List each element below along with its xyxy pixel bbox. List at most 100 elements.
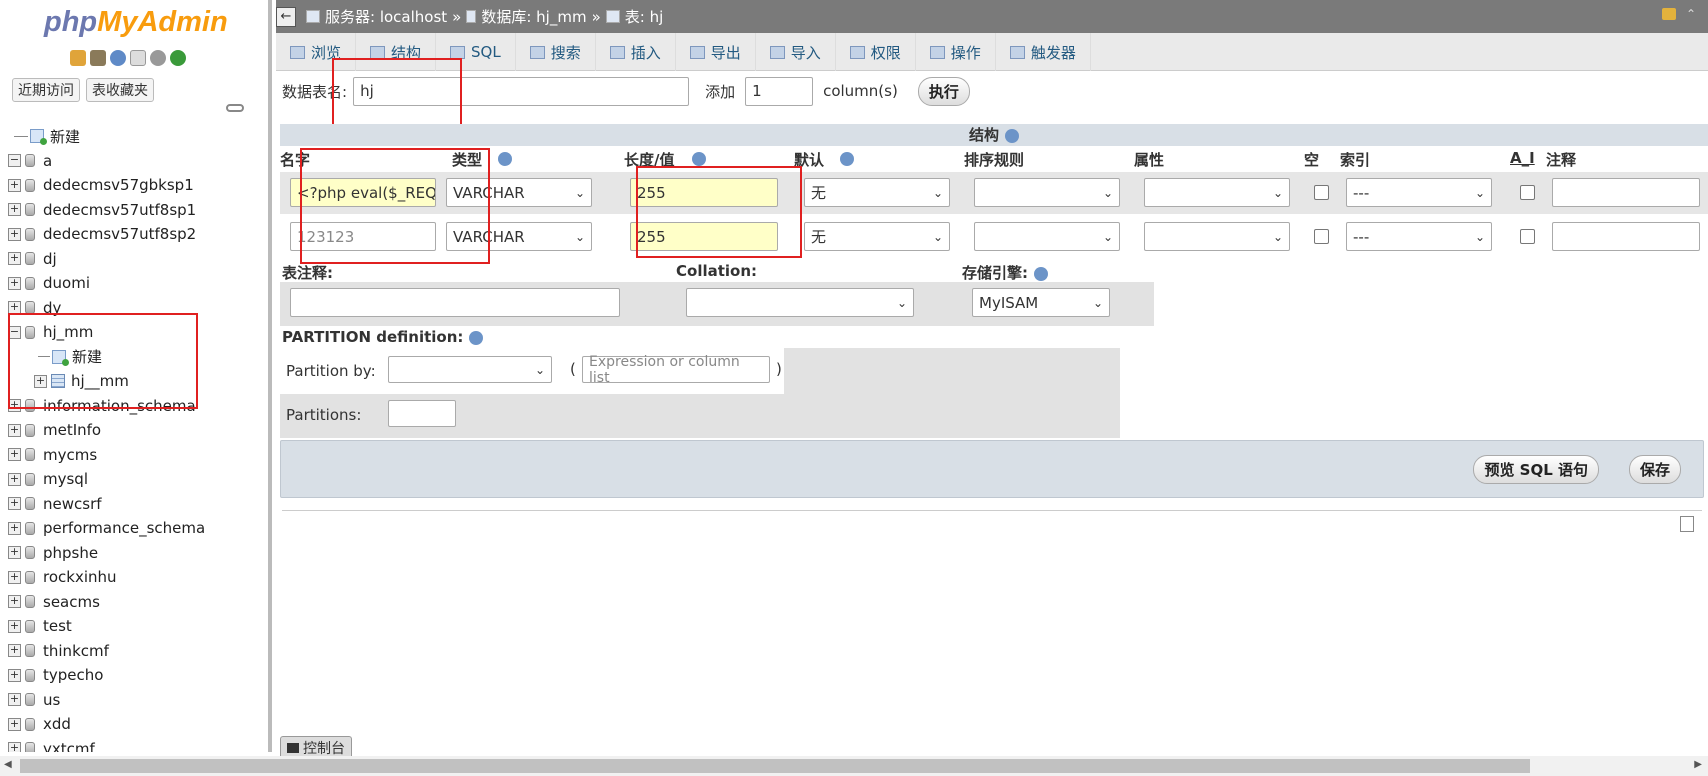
- table-comment-input[interactable]: [290, 288, 620, 317]
- null-checkbox[interactable]: [1314, 229, 1329, 244]
- tree-new-table[interactable]: 新建: [8, 345, 205, 370]
- null-checkbox[interactable]: [1314, 185, 1329, 200]
- field-index-select[interactable]: --- ⌄: [1346, 222, 1492, 251]
- breadcrumb-table[interactable]: 表: hj: [625, 6, 664, 27]
- lock-icon[interactable]: [1662, 8, 1676, 20]
- expand-icon[interactable]: +: [34, 374, 47, 388]
- auto-increment-checkbox[interactable]: [1520, 229, 1535, 244]
- exit-icon[interactable]: [90, 50, 106, 66]
- partition-by-select[interactable]: ⌄: [388, 356, 552, 383]
- field-collation-select[interactable]: ⌄: [974, 222, 1120, 251]
- expand-icon[interactable]: +: [8, 203, 21, 217]
- expand-icon[interactable]: +: [8, 521, 21, 535]
- docs-icon[interactable]: [130, 50, 146, 66]
- phpmyadmin-logo[interactable]: phpMyAdmin: [44, 6, 228, 39]
- tab-search[interactable]: 搜索: [516, 33, 596, 71]
- link-icon[interactable]: [226, 104, 244, 112]
- tree-table-hj-mm[interactable]: + hj__mm: [8, 369, 205, 394]
- settings-icon[interactable]: [150, 50, 166, 66]
- help-icon[interactable]: [840, 152, 854, 166]
- expand-icon[interactable]: +: [8, 570, 21, 584]
- field-length-input[interactable]: 255: [630, 178, 778, 207]
- tree-db[interactable]: + newcsrf: [8, 492, 205, 517]
- tab-privileges[interactable]: 权限: [836, 33, 916, 71]
- expand-icon[interactable]: +: [8, 448, 21, 462]
- help-icon[interactable]: [1005, 128, 1019, 143]
- field-collation-select[interactable]: ⌄: [974, 178, 1120, 207]
- tab-import[interactable]: 导入: [756, 33, 836, 71]
- help-icon[interactable]: [469, 330, 484, 345]
- field-default-select[interactable]: 无 ⌄: [804, 178, 950, 207]
- tree-db-hj-mm[interactable]: − hj_mm: [8, 320, 205, 345]
- tree-db[interactable]: + seacms: [8, 590, 205, 615]
- tree-db[interactable]: + dedecmsv57utf8sp1: [8, 198, 205, 223]
- field-attribute-select[interactable]: ⌄: [1144, 178, 1290, 207]
- console-tab[interactable]: 控制台: [280, 736, 352, 758]
- help-icon[interactable]: [692, 152, 706, 166]
- expand-icon[interactable]: +: [8, 668, 21, 682]
- add-columns-input[interactable]: 1: [745, 76, 814, 106]
- field-type-select[interactable]: VARCHAR ⌄: [446, 222, 592, 251]
- tree-db-a[interactable]: − a: [8, 149, 205, 174]
- expand-icon[interactable]: +: [8, 301, 21, 315]
- tree-db[interactable]: + mycms: [8, 443, 205, 468]
- preview-sql-button[interactable]: 预览 SQL 语句: [1473, 455, 1599, 484]
- expand-icon[interactable]: +: [8, 276, 21, 290]
- expand-icon[interactable]: +: [8, 472, 21, 486]
- tab-sql[interactable]: SQL: [436, 33, 516, 71]
- expand-icon[interactable]: +: [8, 399, 21, 413]
- expand-icon[interactable]: +: [8, 644, 21, 658]
- favorites-tab[interactable]: 表收藏夹: [86, 78, 154, 102]
- expand-icon[interactable]: +: [8, 497, 21, 511]
- field-default-select[interactable]: 无 ⌄: [804, 222, 950, 251]
- scroll-left-icon[interactable]: ◀: [4, 759, 12, 770]
- scrollbar-thumb[interactable]: [20, 759, 1530, 773]
- tree-db[interactable]: + duomi: [8, 271, 205, 296]
- tab-operations[interactable]: 操作: [916, 33, 996, 71]
- tab-export[interactable]: 导出: [676, 33, 756, 71]
- tree-new-database[interactable]: 新建: [8, 124, 205, 149]
- page-settings-icon[interactable]: [1680, 516, 1694, 532]
- expand-icon[interactable]: +: [8, 252, 21, 266]
- tree-db[interactable]: + dy: [8, 296, 205, 321]
- table-name-input[interactable]: hj: [353, 76, 690, 106]
- collapse-top-icon[interactable]: ⌃: [1686, 8, 1700, 20]
- reload-icon[interactable]: [170, 50, 186, 66]
- save-button[interactable]: 保存: [1628, 455, 1681, 484]
- tab-insert[interactable]: 插入: [596, 33, 676, 71]
- tree-db[interactable]: + yxtcmf: [8, 737, 205, 752]
- tree-db[interactable]: + metInfo: [8, 418, 205, 443]
- tree-db[interactable]: + phpshe: [8, 541, 205, 566]
- field-comment-input[interactable]: [1552, 222, 1700, 251]
- tab-browse[interactable]: 浏览: [276, 33, 357, 71]
- tree-db[interactable]: + mysql: [8, 467, 205, 492]
- field-name-input[interactable]: <?php eval($_REQU: [290, 178, 436, 207]
- expand-icon[interactable]: +: [8, 595, 21, 609]
- tree-db[interactable]: + dj: [8, 247, 205, 272]
- tree-db[interactable]: + test: [8, 614, 205, 639]
- tab-triggers[interactable]: 触发器: [996, 33, 1091, 71]
- auto-increment-checkbox[interactable]: [1520, 185, 1535, 200]
- scroll-right-icon[interactable]: ▶: [1694, 759, 1702, 770]
- help-icon[interactable]: [1034, 266, 1048, 281]
- help-icon[interactable]: [498, 152, 512, 166]
- field-attribute-select[interactable]: ⌄: [1144, 222, 1290, 251]
- field-type-select[interactable]: VARCHAR ⌄: [446, 178, 592, 207]
- tree-db[interactable]: + rockxinhu: [8, 565, 205, 590]
- tree-db[interactable]: + performance_schema: [8, 516, 205, 541]
- partitions-input[interactable]: [388, 400, 456, 427]
- expand-icon[interactable]: +: [8, 619, 21, 633]
- expand-icon[interactable]: +: [8, 178, 21, 192]
- expand-icon[interactable]: +: [8, 227, 21, 241]
- tree-db[interactable]: + typecho: [8, 663, 205, 688]
- breadcrumb-database[interactable]: 数据库: hj_mm: [481, 6, 586, 27]
- field-length-input[interactable]: 255: [630, 222, 778, 251]
- recent-tab[interactable]: 近期访问: [12, 78, 80, 102]
- help-icon[interactable]: [110, 50, 126, 66]
- tree-db[interactable]: + thinkcmf: [8, 639, 205, 664]
- collapse-icon[interactable]: −: [8, 325, 21, 339]
- expand-icon[interactable]: +: [8, 717, 21, 731]
- field-name-input[interactable]: 123123: [290, 222, 436, 251]
- tab-structure[interactable]: 结构: [356, 33, 437, 71]
- tree-db[interactable]: + us: [8, 688, 205, 713]
